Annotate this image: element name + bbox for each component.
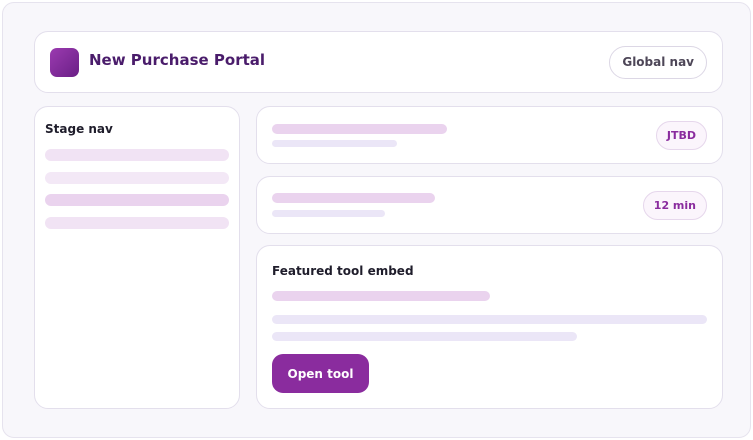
skeleton-subtitle-bar <box>272 140 397 147</box>
top-header: New Purchase Portal Global nav <box>34 31 723 93</box>
app-frame: New Purchase Portal Global nav Stage nav… <box>2 2 751 438</box>
stage-nav-title: Stage nav <box>45 122 113 136</box>
skeleton-title-bar <box>272 124 447 134</box>
skeleton-line-bar <box>272 332 577 341</box>
featured-tool-card: Featured tool embed Open tool <box>256 245 723 409</box>
skeleton-line-bar <box>272 315 707 324</box>
skeleton-title-bar <box>272 291 490 301</box>
featured-title: Featured tool embed <box>272 264 414 278</box>
skeleton-subtitle-bar <box>272 210 385 217</box>
stage-nav-item-3[interactable] <box>45 194 229 206</box>
page-title: New Purchase Portal <box>89 51 266 69</box>
stage-nav-sidebar: Stage nav <box>34 106 240 409</box>
skeleton-title-bar <box>272 193 435 203</box>
stage-nav-item-2[interactable] <box>45 172 229 184</box>
app-logo-icon <box>50 48 79 77</box>
stage-nav-item-4[interactable] <box>45 217 229 229</box>
content-row-2: 12 min <box>256 176 723 234</box>
stage-nav-item-1[interactable] <box>45 149 229 161</box>
global-nav-button[interactable]: Global nav <box>609 46 707 79</box>
open-tool-button[interactable]: Open tool <box>272 354 369 393</box>
status-badge: JTBD <box>655 121 707 150</box>
duration-badge: 12 min <box>642 191 707 220</box>
content-row-1: JTBD <box>256 106 723 164</box>
